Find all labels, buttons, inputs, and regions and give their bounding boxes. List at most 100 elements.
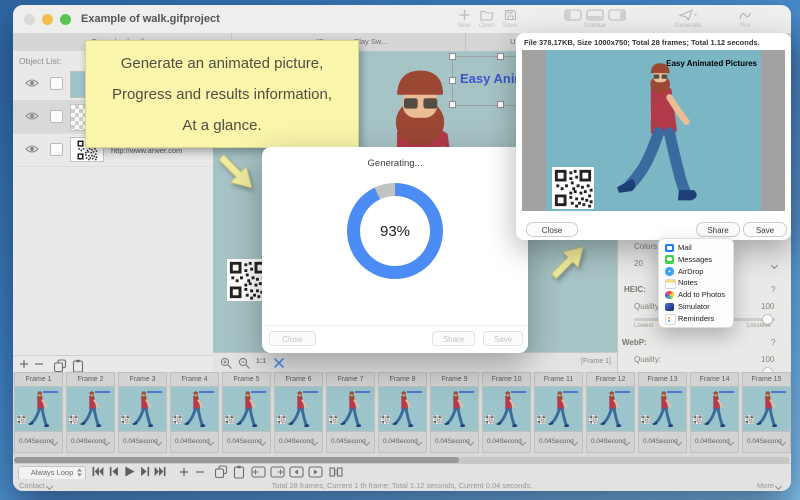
frame-duration-select[interactable]: 0.04Second bbox=[379, 432, 426, 452]
frame-duration-select[interactable]: 0.04Second bbox=[171, 432, 218, 452]
frame-thumbnail[interactable] bbox=[327, 386, 374, 432]
loop-mode-select[interactable]: Always Loop bbox=[18, 466, 86, 480]
frame-cell[interactable]: Frame 5 0.04Second bbox=[222, 372, 271, 453]
copy-icon[interactable] bbox=[53, 359, 67, 373]
zoom-out-icon[interactable] bbox=[238, 357, 251, 370]
more-menu[interactable]: More bbox=[757, 481, 781, 490]
frame-thumbnail[interactable] bbox=[483, 386, 530, 432]
frame-thumbnail[interactable] bbox=[743, 386, 790, 432]
frame-duration-select[interactable]: 0.04Second bbox=[327, 432, 374, 452]
previous-frame-icon[interactable] bbox=[107, 466, 120, 477]
save-button[interactable]: Save bbox=[493, 9, 527, 29]
play-icon[interactable] bbox=[123, 466, 136, 477]
share-item-reminders[interactable]: Reminders bbox=[659, 313, 733, 325]
frame-cell[interactable]: Frame 12 0.04Second bbox=[586, 372, 635, 453]
zoom-ratio-button[interactable]: 1:1 bbox=[256, 358, 266, 365]
fit-to-window-icon[interactable] bbox=[273, 357, 285, 369]
move-frame-left-icon[interactable] bbox=[289, 466, 304, 478]
minimize-window-button[interactable] bbox=[42, 14, 53, 25]
share-button[interactable]: Share bbox=[432, 331, 475, 346]
object-checkbox[interactable] bbox=[50, 110, 63, 123]
frame-duration-select[interactable]: 0.04Second bbox=[639, 432, 686, 452]
frame-thumbnail[interactable] bbox=[639, 386, 686, 432]
skip-to-start-icon[interactable] bbox=[91, 466, 104, 477]
frame-duration-select[interactable]: 0.04Second bbox=[275, 432, 322, 452]
share-button[interactable]: Share bbox=[696, 222, 740, 237]
frame-duration-select[interactable]: 0.04Second bbox=[535, 432, 582, 452]
visibility-eye-icon[interactable] bbox=[25, 78, 39, 88]
close-button[interactable]: Close bbox=[526, 222, 578, 237]
frame-cell[interactable]: Frame 4 0.04Second bbox=[170, 372, 219, 453]
heic-help-button[interactable]: ? bbox=[771, 285, 775, 294]
frame-thumbnail[interactable] bbox=[119, 386, 166, 432]
remove-frame-icon[interactable] bbox=[195, 467, 205, 477]
share-item-add-to-photos[interactable]: Add to Photos bbox=[659, 289, 733, 301]
frame-duration-select[interactable]: 0.04Second bbox=[483, 432, 530, 452]
frame-thumbnail[interactable] bbox=[379, 386, 426, 432]
insert-frame-before-icon[interactable] bbox=[251, 466, 266, 478]
move-frame-right-icon[interactable] bbox=[308, 466, 323, 478]
frame-cell[interactable]: Frame 13 0.04Second bbox=[638, 372, 687, 453]
pro-button[interactable]: Pro bbox=[728, 9, 762, 29]
frame-thumbnail[interactable] bbox=[223, 386, 270, 432]
frame-duration-select[interactable]: 0.04Second bbox=[67, 432, 114, 452]
share-item-notes[interactable]: Notes bbox=[659, 277, 733, 289]
frame-thumbnail[interactable] bbox=[67, 386, 114, 432]
save-button[interactable]: Save bbox=[483, 331, 523, 346]
selection-handle[interactable] bbox=[497, 101, 504, 108]
frame-duration-select[interactable]: 0.04Second bbox=[119, 432, 166, 452]
close-button[interactable]: Close bbox=[269, 331, 316, 346]
frame-duration-select[interactable]: 0.04Second bbox=[223, 432, 270, 452]
zoom-window-button[interactable] bbox=[60, 14, 71, 25]
copy-frame-icon[interactable] bbox=[214, 465, 228, 479]
split-frame-icon[interactable] bbox=[329, 466, 343, 478]
frame-cell[interactable]: Frame 11 0.04Second bbox=[534, 372, 583, 453]
frame-cell[interactable]: Frame 14 0.04Second bbox=[690, 372, 739, 453]
frame-duration-select[interactable]: 0.04Second bbox=[587, 432, 634, 452]
skip-to-end-icon[interactable] bbox=[154, 466, 167, 477]
frame-duration-select[interactable]: 0.04Second bbox=[15, 432, 62, 452]
frame-duration-select[interactable]: 0.04Second bbox=[431, 432, 478, 452]
frame-cell[interactable]: Frame 6 0.04Second bbox=[274, 372, 323, 453]
object-checkbox[interactable] bbox=[50, 77, 63, 90]
generate-button[interactable]: Generate bbox=[671, 9, 705, 29]
frame-thumbnail[interactable] bbox=[275, 386, 322, 432]
add-object-icon[interactable] bbox=[19, 359, 29, 369]
share-item-airdrop[interactable]: AirDrop bbox=[659, 266, 733, 278]
object-checkbox[interactable] bbox=[50, 143, 63, 156]
frame-cell[interactable]: Frame 15 0.04Second bbox=[742, 372, 791, 453]
selection-handle[interactable] bbox=[497, 53, 504, 60]
frame-duration-select[interactable]: 0.04Second bbox=[691, 432, 738, 452]
frame-cell[interactable]: Frame 7 0.04Second bbox=[326, 372, 375, 453]
frame-thumbnail[interactable] bbox=[15, 386, 62, 432]
selection-handle[interactable] bbox=[449, 101, 456, 108]
visibility-eye-icon[interactable] bbox=[25, 144, 39, 154]
frame-cell[interactable]: Frame 1 0.04Second bbox=[14, 372, 63, 453]
selection-handle[interactable] bbox=[449, 53, 456, 60]
sidebar-toggle-group[interactable]: Sidebar bbox=[557, 9, 633, 29]
frame-thumbnail[interactable] bbox=[431, 386, 478, 432]
frame-cell[interactable]: Frame 8 0.04Second bbox=[378, 372, 427, 453]
visibility-eye-icon[interactable] bbox=[25, 111, 39, 121]
chevron-down-icon[interactable] bbox=[771, 262, 778, 269]
add-frame-icon[interactable] bbox=[179, 467, 189, 477]
frame-cell[interactable]: Frame 3 0.04Second bbox=[118, 372, 167, 453]
paste-icon[interactable] bbox=[71, 359, 85, 373]
share-item-messages[interactable]: Messages bbox=[659, 254, 733, 266]
paste-frame-icon[interactable] bbox=[232, 465, 246, 479]
frame-thumbnail[interactable] bbox=[691, 386, 738, 432]
frame-cell[interactable]: Frame 10 0.04Second bbox=[482, 372, 531, 453]
frame-cell[interactable]: Frame 9 0.04Second bbox=[430, 372, 479, 453]
save-button[interactable]: Save bbox=[743, 222, 787, 237]
next-frame-icon[interactable] bbox=[139, 466, 152, 477]
share-item-simulator[interactable]: Simulator bbox=[659, 301, 733, 313]
frame-thumbnail[interactable] bbox=[535, 386, 582, 432]
webp-help-button[interactable]: ? bbox=[771, 338, 775, 347]
frame-cell[interactable]: Frame 2 0.04Second bbox=[66, 372, 115, 453]
insert-frame-after-icon[interactable] bbox=[270, 466, 285, 478]
frame-duration-select[interactable]: 0.04Second bbox=[743, 432, 790, 452]
zoom-in-icon[interactable] bbox=[220, 357, 233, 370]
frame-thumbnail[interactable] bbox=[587, 386, 634, 432]
remove-object-icon[interactable] bbox=[34, 359, 44, 369]
close-window-button[interactable] bbox=[24, 14, 35, 25]
